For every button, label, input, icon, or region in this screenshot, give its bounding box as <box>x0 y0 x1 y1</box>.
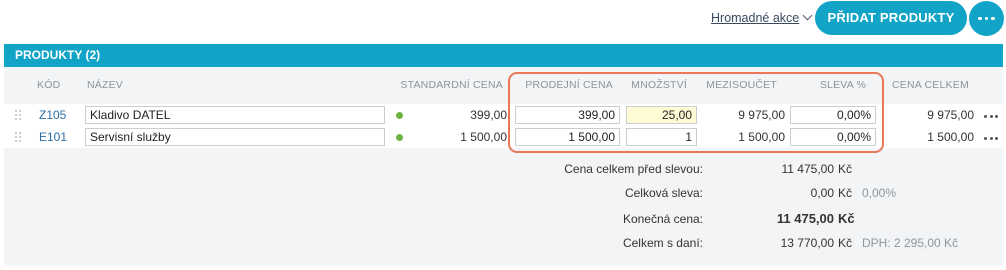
bulk-actions-link[interactable]: Hromadné akce <box>711 10 813 25</box>
more-actions-button[interactable] <box>969 1 1004 36</box>
more-horizontal-icon[interactable] <box>984 137 998 140</box>
drag-handle-icon[interactable] <box>15 132 21 142</box>
summary-total-discount-value: 0,00 <box>810 186 834 200</box>
column-header-total-price: CENA CELKEM <box>892 79 969 91</box>
status-dot-icon <box>396 134 403 141</box>
product-code: Z105 <box>39 108 67 122</box>
column-header-standard-price: STANDARDNÍ CENA <box>400 79 503 91</box>
summary-final-price-label: Konečná cena: <box>622 212 703 226</box>
product-name-input[interactable]: Kladivo DATEL <box>85 106 385 124</box>
summary-total-discount-currency: Kč <box>838 186 853 200</box>
column-header-code: KÓD <box>37 79 61 91</box>
more-horizontal-icon <box>978 16 995 21</box>
summary-total-discount-percent: 0,00% <box>862 186 897 200</box>
highlight-frame <box>508 72 884 153</box>
standard-price: 399,00 <box>470 108 507 122</box>
chevron-down-icon <box>802 10 813 21</box>
summary-total-discount-label: Celková sleva: <box>624 186 703 200</box>
summary-before-discount-label: Cena celkem před slevou: <box>564 162 703 176</box>
more-horizontal-icon[interactable] <box>984 115 998 118</box>
summary-vat-note: DPH: 2 295,00 Kč <box>862 236 959 250</box>
products-panel-header: PRODUKTY (2) <box>4 44 1003 67</box>
add-products-button[interactable]: PŘIDAT PRODUKTY <box>815 1 967 35</box>
summary-before-discount-currency: Kč <box>838 162 853 176</box>
total-price: 1 500,00 <box>927 130 974 144</box>
summary-with-vat-label: Celkem s daní: <box>622 236 703 250</box>
summary-final-price-value: 11 475,00 <box>776 211 834 226</box>
summary-with-vat-value: 13 770,00 <box>780 236 834 250</box>
product-code: E101 <box>39 130 68 144</box>
summary-final-price-currency: Kč <box>838 211 855 226</box>
status-dot-icon <box>396 112 403 119</box>
summary-before-discount-value: 11 475,00 <box>781 162 835 176</box>
summary-with-vat-currency: Kč <box>838 236 853 250</box>
bulk-actions-label: Hromadné akce <box>711 11 800 25</box>
column-header-name: NÁZEV <box>87 79 124 91</box>
total-price: 9 975,00 <box>927 108 974 122</box>
drag-handle-icon[interactable] <box>15 110 21 120</box>
product-name-input[interactable]: Servisní služby <box>85 128 385 146</box>
standard-price: 1 500,00 <box>460 130 507 144</box>
